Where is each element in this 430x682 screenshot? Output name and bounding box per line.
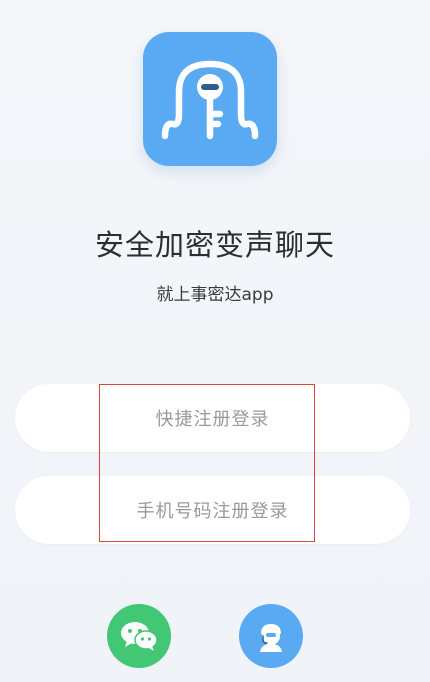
wechat-login-button[interactable] [107, 604, 171, 668]
login-screen: 安全加密变声聊天 就上事密达app 快捷注册登录 手机号码注册登录 [0, 0, 430, 682]
key-octopus-logo-icon [161, 60, 259, 140]
quick-register-login-button[interactable]: 快捷注册登录 [15, 384, 410, 452]
page-title: 安全加密变声聊天 [94, 228, 335, 262]
phone-register-login-button[interactable]: 手机号码注册登录 [15, 476, 410, 544]
wechat-icon [121, 622, 158, 651]
phone-register-login-label: 手机号码注册登录 [136, 501, 289, 522]
support-agent-icon [260, 624, 282, 652]
support-login-button[interactable] [239, 604, 303, 668]
quick-register-login-label: 快捷注册登录 [155, 409, 270, 430]
page-subtitle: 就上事密达app [156, 285, 274, 305]
app-logo [143, 32, 277, 166]
